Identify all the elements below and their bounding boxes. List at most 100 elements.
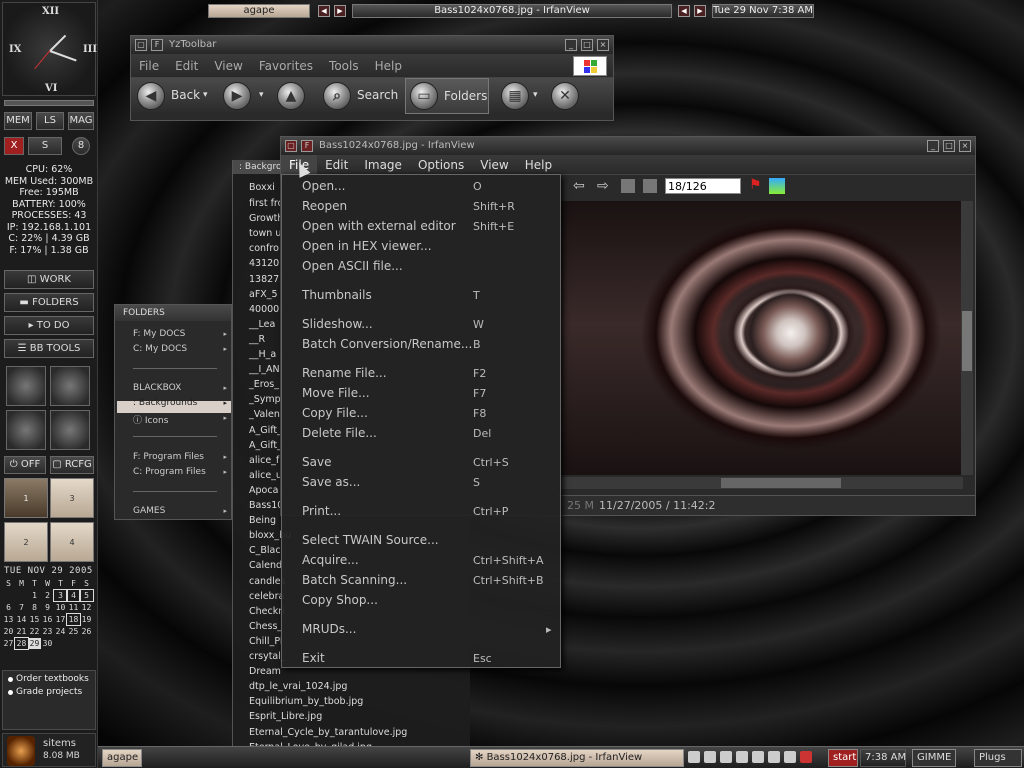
tray-icon[interactable] [800, 751, 812, 763]
prev-image-icon[interactable]: ⇦ [573, 178, 585, 194]
menu-item[interactable]: Thumbnails [302, 288, 372, 302]
folder-item[interactable]: BLACKBOX [133, 383, 181, 393]
scroll-thumb[interactable] [721, 478, 841, 488]
file-list-item[interactable]: Bass10 [249, 500, 283, 511]
calendar-day[interactable]: 29 [28, 638, 41, 649]
folder-item[interactable]: ⓘ Icons [133, 413, 168, 426]
yztoolbar-titlebar[interactable]: ▢ F YzToolbar _ □ × [131, 36, 613, 54]
next-window-icon[interactable]: ▶ [694, 5, 706, 17]
menu-image[interactable]: Image [356, 155, 410, 175]
calendar-day[interactable]: 10 [54, 602, 67, 613]
menu-item[interactable]: Slideshow... [302, 317, 373, 331]
volume-slider[interactable] [4, 100, 94, 106]
menu-item[interactable]: Open with external editor [302, 219, 456, 233]
tray-icon[interactable] [768, 751, 780, 763]
calendar-day[interactable] [80, 638, 93, 649]
views-grid-icon[interactable]: ▦ [501, 82, 529, 110]
file-list-item[interactable]: alice_u [249, 470, 282, 481]
file-list-item[interactable]: town u [249, 228, 281, 239]
calendar-day[interactable]: 12 [80, 602, 93, 613]
calendar-day[interactable]: 26 [80, 626, 93, 637]
tray-icon[interactable] [688, 751, 700, 763]
calendar-day[interactable]: 25 [67, 626, 80, 637]
menu-item[interactable]: Open... [302, 179, 346, 193]
calendar-day[interactable]: 14 [15, 614, 28, 625]
file-list-item[interactable]: dtp_le_vrai_1024.jpg [249, 681, 347, 692]
calculator-icon[interactable] [50, 366, 90, 406]
display-icon[interactable] [6, 410, 46, 450]
file-list-item[interactable]: C_Blac [249, 545, 281, 556]
close-icon[interactable]: × [959, 140, 971, 152]
start-button[interactable]: start [828, 749, 858, 767]
menu-item[interactable]: Save as... [302, 475, 360, 489]
file-list-item[interactable]: _Valen [249, 409, 280, 420]
calendar-day[interactable]: 30 [41, 638, 54, 649]
file-list-item[interactable]: Apoca [249, 485, 278, 496]
recycle-bin[interactable]: sitems 8.08 MB [2, 733, 96, 767]
calendar-day[interactable]: 4 [66, 589, 81, 602]
file-list-item[interactable]: Checkri [249, 606, 285, 617]
menu-item[interactable]: Move File... [302, 386, 370, 400]
calendar-day[interactable]: 23 [41, 626, 54, 637]
menu-item[interactable]: Select TWAIN Source... [302, 533, 439, 547]
tray-icon[interactable] [720, 751, 732, 763]
file-list-item[interactable]: Equilibrium_by_tbob.jpg [249, 696, 363, 707]
work-menu-button[interactable]: ◫ WORK [4, 270, 94, 289]
folder-item[interactable]: C: Program Files [133, 467, 206, 477]
file-list-item[interactable]: confro [249, 243, 279, 254]
calendar-day[interactable]: 28 [14, 637, 29, 650]
calendar-day[interactable]: 2 [41, 590, 54, 601]
desktop-2[interactable]: 2 [4, 522, 48, 562]
minimize-icon[interactable]: _ [927, 140, 939, 152]
workspace-button[interactable]: agape [102, 749, 142, 767]
menu-item[interactable]: Print... [302, 504, 341, 518]
prev-workspace-icon[interactable]: ◀ [318, 5, 330, 17]
calendar-day[interactable]: 17 [54, 614, 67, 625]
mem-button[interactable]: MEM [4, 112, 32, 130]
prev-window-icon[interactable]: ◀ [678, 5, 690, 17]
calendar-day[interactable]: 27 [2, 638, 15, 649]
menu-tools[interactable]: Tools [321, 54, 367, 78]
menu-edit[interactable]: Edit [167, 54, 206, 78]
folder-item-selected[interactable]: : Backgrounds [133, 398, 197, 408]
file-list-item[interactable]: A_Gift_ [249, 440, 282, 451]
file-list-item[interactable]: aFX_5 [249, 289, 278, 300]
close-icon[interactable]: X [4, 137, 24, 155]
menu-item[interactable]: Batch Conversion/Rename... [302, 337, 472, 351]
file-list-item[interactable]: _Symp [249, 394, 281, 405]
menu-view[interactable]: View [472, 155, 516, 175]
folders-menu-button[interactable]: ▬ FOLDERS [4, 293, 94, 312]
calendar-day[interactable]: 3 [53, 589, 68, 602]
forward-dropdown-icon[interactable]: ▾ [259, 90, 264, 100]
calendar-day[interactable]: 1 [28, 590, 41, 601]
file-list-item[interactable]: Calend [249, 560, 282, 571]
calendar-day[interactable]: 24 [54, 626, 67, 637]
plugs-button[interactable]: Plugs [974, 749, 1022, 767]
calendar-day[interactable]: 7 [15, 602, 28, 613]
menu-item[interactable]: Open in HEX viewer... [302, 239, 432, 253]
calendar-day[interactable]: 15 [28, 614, 41, 625]
menu-item[interactable]: Exit [302, 651, 325, 665]
calendar-day[interactable]: 9 [41, 602, 54, 613]
file-list-item[interactable]: 40000 [249, 304, 279, 315]
menu-favorites[interactable]: Favorites [251, 54, 321, 78]
image-canvas[interactable] [561, 201, 963, 475]
file-list-first-row[interactable]: Boxxi [249, 182, 275, 193]
desktop-1[interactable]: 1 [4, 478, 48, 518]
menu-item[interactable]: Open ASCII file... [302, 259, 403, 273]
horizontal-scrollbar[interactable] [561, 477, 963, 489]
scroll-thumb[interactable] [962, 311, 972, 371]
calendar-day[interactable]: 11 [67, 602, 80, 613]
reconfigure-button[interactable]: ▢ RCFG [50, 456, 94, 474]
menu-file[interactable]: File [131, 54, 167, 78]
menu-item[interactable]: Delete File... [302, 426, 377, 440]
file-list-item[interactable]: A_Gift_ [249, 425, 282, 436]
window-icon[interactable]: F [301, 140, 313, 152]
file-list-item[interactable]: __R [249, 334, 265, 345]
flag-icon[interactable]: ⚑ [749, 177, 762, 193]
calendar-day[interactable]: 5 [79, 589, 94, 602]
desktop-3[interactable]: 3 [50, 478, 94, 518]
menu-item[interactable]: Copy Shop... [302, 593, 378, 607]
stop-icon[interactable]: ✕ [551, 82, 579, 110]
file-list-item[interactable]: 43120 [249, 258, 279, 269]
